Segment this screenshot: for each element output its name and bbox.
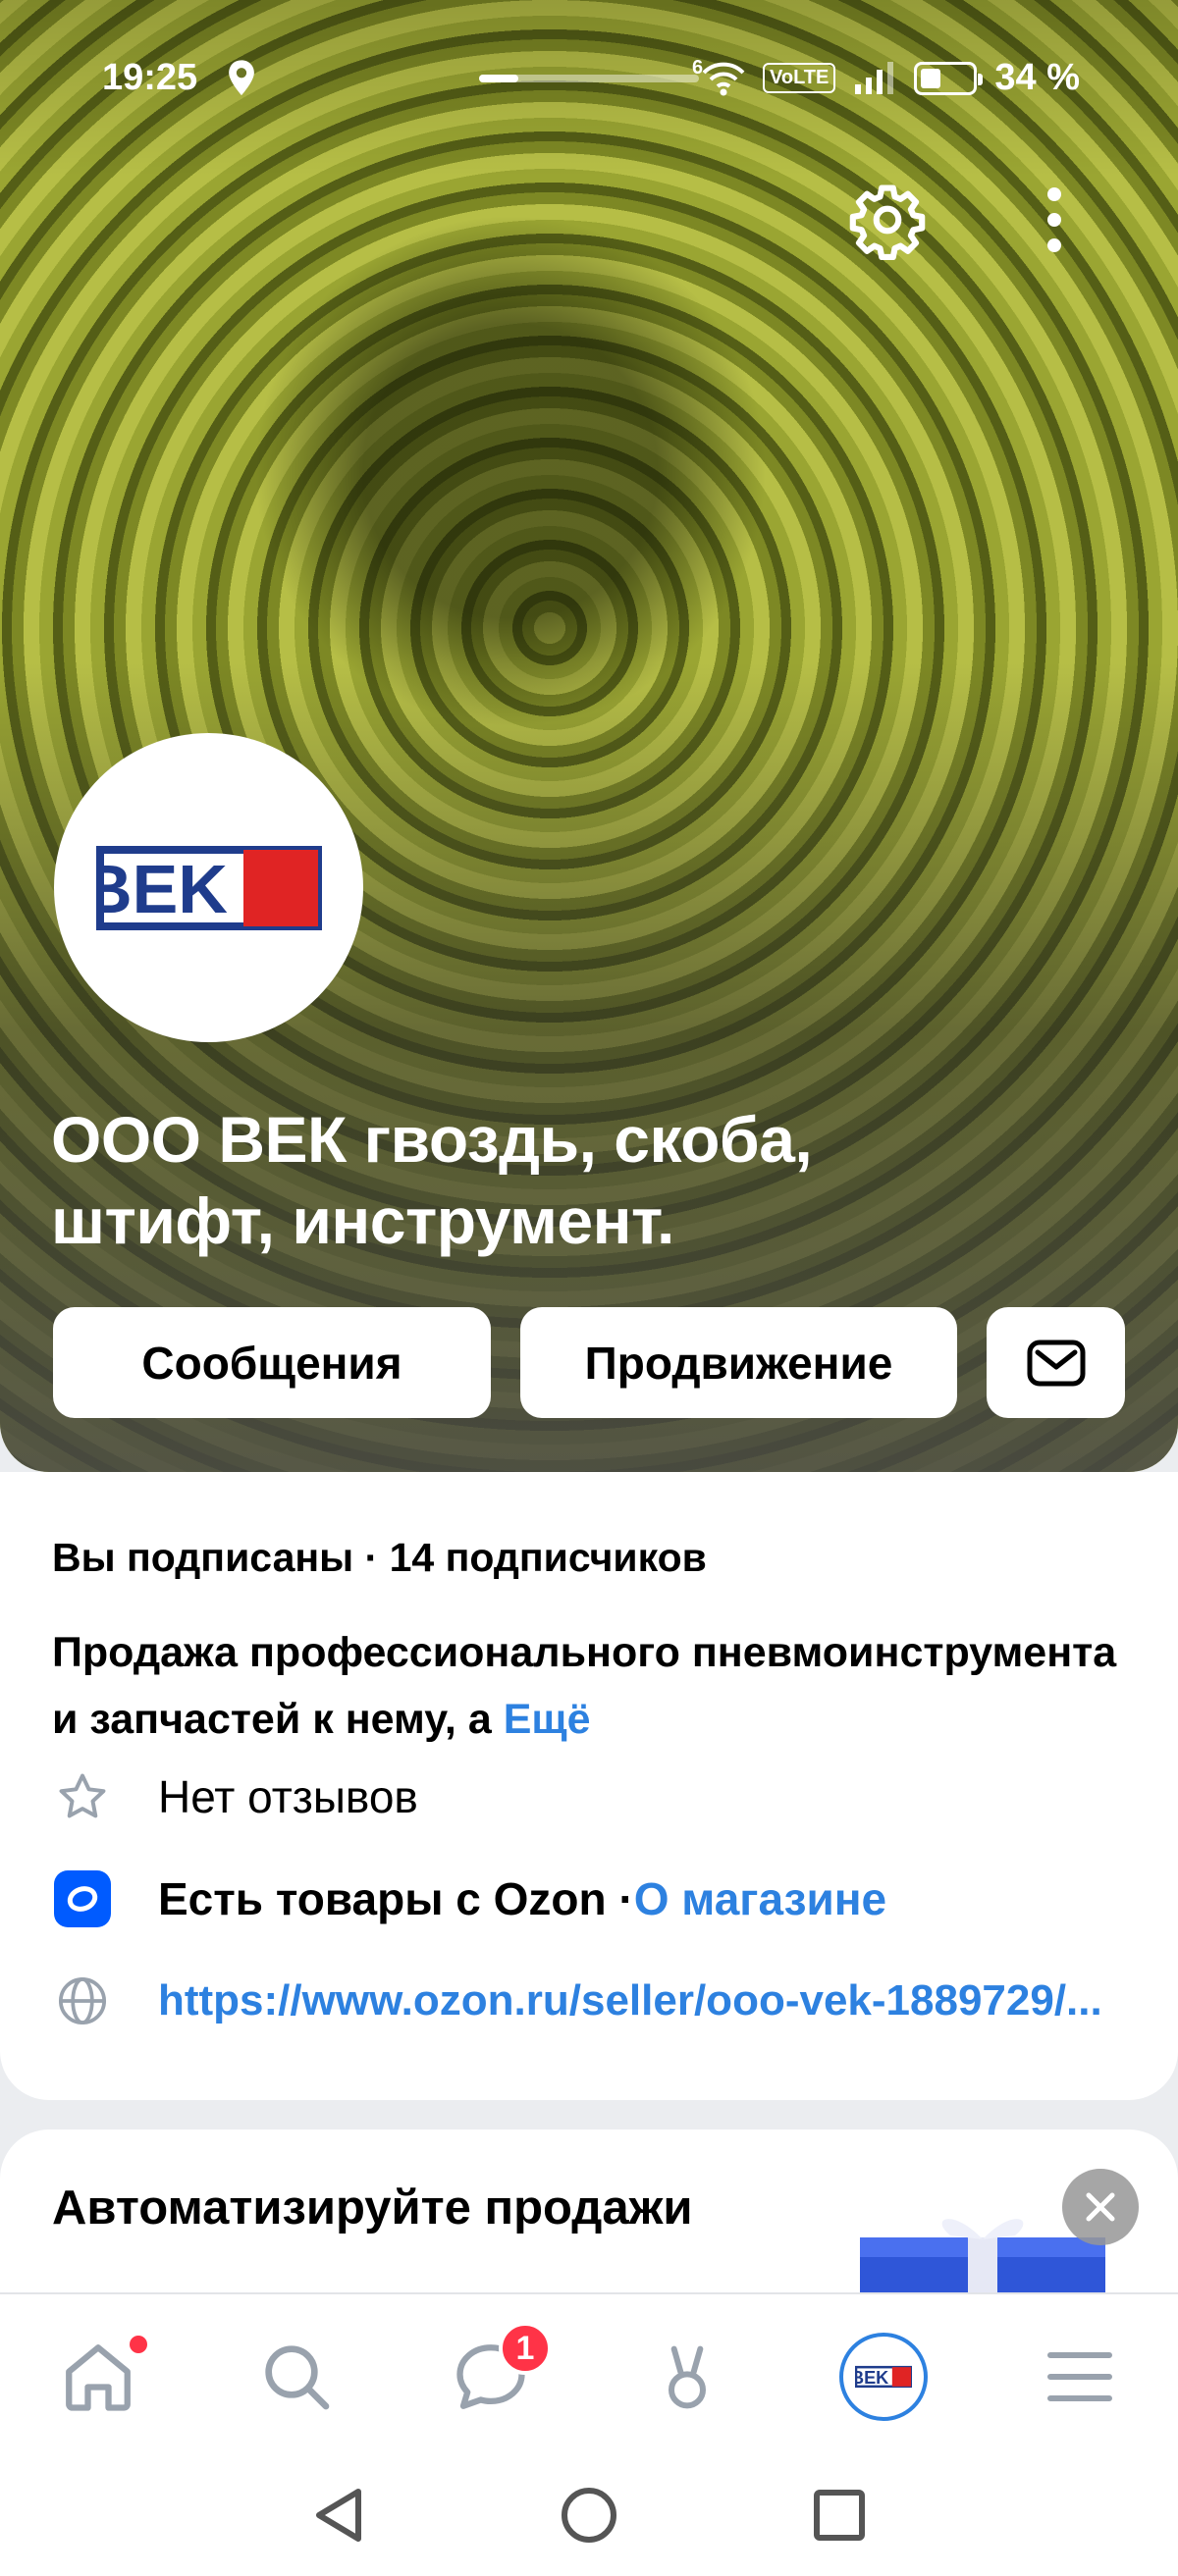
- circle-home-icon: [562, 2488, 616, 2543]
- clips-icon: [668, 2345, 707, 2409]
- bek-mini-logo: BEK: [855, 2365, 912, 2389]
- subscription-status[interactable]: Вы подписаны · 14 подписчиков: [52, 1535, 707, 1581]
- ozon-icon: [54, 1870, 111, 1927]
- tab-clips[interactable]: [638, 2328, 736, 2426]
- battery-percent: 34 %: [994, 57, 1080, 98]
- status-time: 19:25: [102, 57, 198, 98]
- tab-profile[interactable]: BEK: [834, 2328, 933, 2426]
- search-icon: [265, 2345, 330, 2410]
- about-store-link[interactable]: О магазине: [634, 1872, 886, 1925]
- ozon-row[interactable]: Есть товары с Ozon · О магазине: [52, 1868, 886, 1929]
- svg-text:BEK: BEK: [96, 851, 228, 927]
- tab-menu[interactable]: [1031, 2328, 1129, 2426]
- recent-icon: [814, 2490, 865, 2541]
- website-row[interactable]: https://www.ozon.ru/seller/ooo-vek-18897…: [52, 1971, 1120, 2031]
- volte-badge: VoLTE: [763, 63, 836, 93]
- back-icon: [316, 2489, 361, 2542]
- messages-button[interactable]: Сообщения: [53, 1307, 491, 1418]
- home-icon: [66, 2344, 131, 2411]
- more-button[interactable]: [1007, 173, 1101, 267]
- bek-logo: BEK: [95, 845, 322, 930]
- tab-messages[interactable]: 1: [442, 2322, 552, 2426]
- settings-icon: [849, 184, 926, 260]
- star-icon: [52, 1766, 113, 1827]
- settings-button[interactable]: [840, 173, 935, 267]
- page: 19:25 6 VoLTE 34 % BEK ООО ВЕК гвоздь, с…: [0, 0, 1178, 2576]
- messages-badge: 1: [499, 2322, 552, 2375]
- tab-bar: 1 BEK: [0, 2292, 1178, 2459]
- reviews-row[interactable]: Нет отзывов: [52, 1766, 418, 1827]
- svg-text:BEK: BEK: [855, 2368, 888, 2388]
- description-more-link[interactable]: Ещё: [504, 1696, 591, 1743]
- status-bar: 19:25 6 VoLTE 34 %: [0, 39, 1178, 118]
- nav-recent-button[interactable]: [805, 2481, 874, 2550]
- ozon-text: Есть товары с Ozon ·: [158, 1873, 634, 1924]
- close-icon: [1086, 2192, 1115, 2222]
- nav-back-button[interactable]: [304, 2481, 373, 2550]
- menu-icon: [1047, 2352, 1112, 2401]
- mail-button[interactable]: [987, 1307, 1125, 1418]
- location-icon: [229, 60, 254, 96]
- community-avatar[interactable]: BEK: [54, 733, 363, 1042]
- battery-icon: [914, 61, 984, 95]
- description: Продажа профессионального пневмоинструме…: [52, 1619, 1142, 1753]
- signal-icon: [855, 61, 894, 94]
- more-icon: [1047, 187, 1061, 252]
- mail-icon: [1027, 1340, 1085, 1386]
- wifi-icon: [702, 62, 745, 95]
- globe-icon: [52, 1971, 113, 2031]
- promotion-button[interactable]: Продвижение: [520, 1307, 957, 1418]
- status-right: 6 VoLTE 34 %: [692, 57, 1080, 99]
- website-link[interactable]: https://www.ozon.ru/seller/ooo-vek-18897…: [158, 1976, 1120, 2025]
- tab-search[interactable]: [247, 2328, 346, 2426]
- community-name: ООО ВЕК гвоздь, скоба, штифт, инструмент…: [51, 1103, 813, 1257]
- tab-home[interactable]: [49, 2328, 147, 2426]
- system-nav-bar: [0, 2459, 1178, 2576]
- ozon-icon-wrap: [52, 1868, 113, 1929]
- cover-image: 19:25 6 VoLTE 34 % BEK ООО ВЕК гвоздь, с…: [0, 0, 1178, 1472]
- network-type: 6: [692, 56, 704, 79]
- automate-title: Автоматизируйте продажи: [52, 2182, 693, 2234]
- info-card: Вы подписаны · 14 подписчиков Продажа пр…: [0, 1472, 1178, 2100]
- nav-home-button[interactable]: [555, 2481, 623, 2550]
- notification-dot: [130, 2336, 147, 2353]
- reviews-text: Нет отзывов: [158, 1771, 418, 1822]
- close-promo-button[interactable]: [1062, 2169, 1139, 2245]
- gesture-pill: [479, 75, 699, 82]
- wifi-indicator: 6: [692, 57, 745, 96]
- profile-avatar: BEK: [839, 2333, 928, 2421]
